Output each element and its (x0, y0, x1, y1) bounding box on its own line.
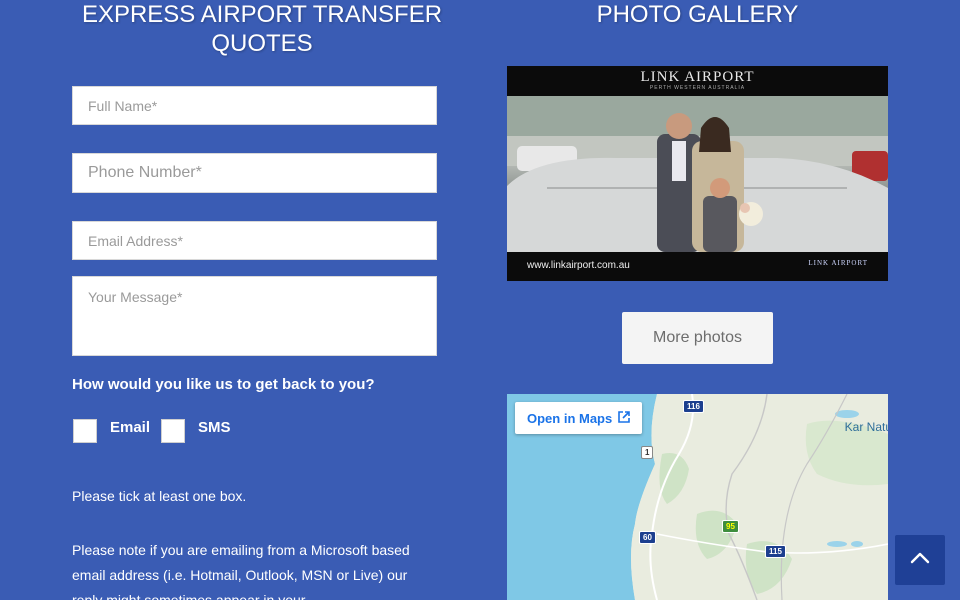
open-in-maps-button[interactable]: Open in Maps (515, 402, 643, 434)
tick-note: Please tick at least one box. (72, 488, 247, 504)
quotes-heading: EXPRESS AIRPORT TRANSFER QUOTES (81, 1, 443, 57)
email-checkbox[interactable] (73, 419, 97, 443)
road-badge: 1 (641, 446, 654, 459)
scroll-to-top-button[interactable] (895, 535, 945, 585)
photo-header-band: LINK AIRPORT PERTH WESTERN AUSTRALIA (507, 66, 888, 96)
message-textarea[interactable]: Your Message* (72, 276, 437, 356)
map-place-label: Kar Natu (844, 420, 888, 434)
road-badge: 116 (683, 400, 704, 413)
more-photos-button[interactable]: More photos (622, 312, 773, 364)
photo-url-text: www.linkairport.com.au (527, 260, 630, 271)
sms-checkbox[interactable] (161, 419, 185, 443)
photo-scene (507, 96, 888, 252)
email-address-input[interactable]: Email Address* (72, 221, 437, 260)
road-badge: 95 (722, 520, 739, 533)
message-placeholder: Your Message* (88, 289, 183, 305)
phone-number-input[interactable]: Phone Number* (72, 153, 437, 193)
gallery-heading: PHOTO GALLERY (596, 1, 799, 28)
family-car-illustration (507, 96, 888, 252)
email-address-placeholder: Email Address* (88, 232, 183, 249)
photo-footer-logo: LINK AIRPORT (808, 259, 868, 267)
microsoft-email-note: Please note if you are emailing from a M… (72, 542, 410, 600)
photo-logo-subtext: PERTH WESTERN AUSTRALIA (649, 85, 746, 91)
phone-number-placeholder: Phone Number* (88, 164, 202, 181)
open-in-maps-label: Open in Maps (527, 410, 613, 426)
full-name-placeholder: Full Name* (88, 97, 158, 114)
sms-checkbox-label[interactable]: SMS (198, 419, 231, 436)
photo-logo: LINK AIRPORT (640, 69, 755, 85)
email-checkbox-label[interactable]: Email (110, 419, 150, 436)
road-badge: 115 (765, 545, 786, 558)
open-external-icon (618, 410, 631, 426)
photo-footer-band: www.linkairport.com.au LINK AIRPORT (507, 252, 888, 281)
embedded-map[interactable]: Open in Maps 116 1 95 60 115 Kar Natu (507, 394, 888, 600)
gallery-photo[interactable]: LINK AIRPORT PERTH WESTERN AUSTRALIA www… (507, 66, 888, 281)
chevron-up-icon (910, 551, 930, 569)
contact-method-question: How would you like us to get back to you… (72, 376, 375, 393)
full-name-input[interactable]: Full Name* (72, 86, 437, 125)
road-badge: 60 (639, 531, 656, 544)
